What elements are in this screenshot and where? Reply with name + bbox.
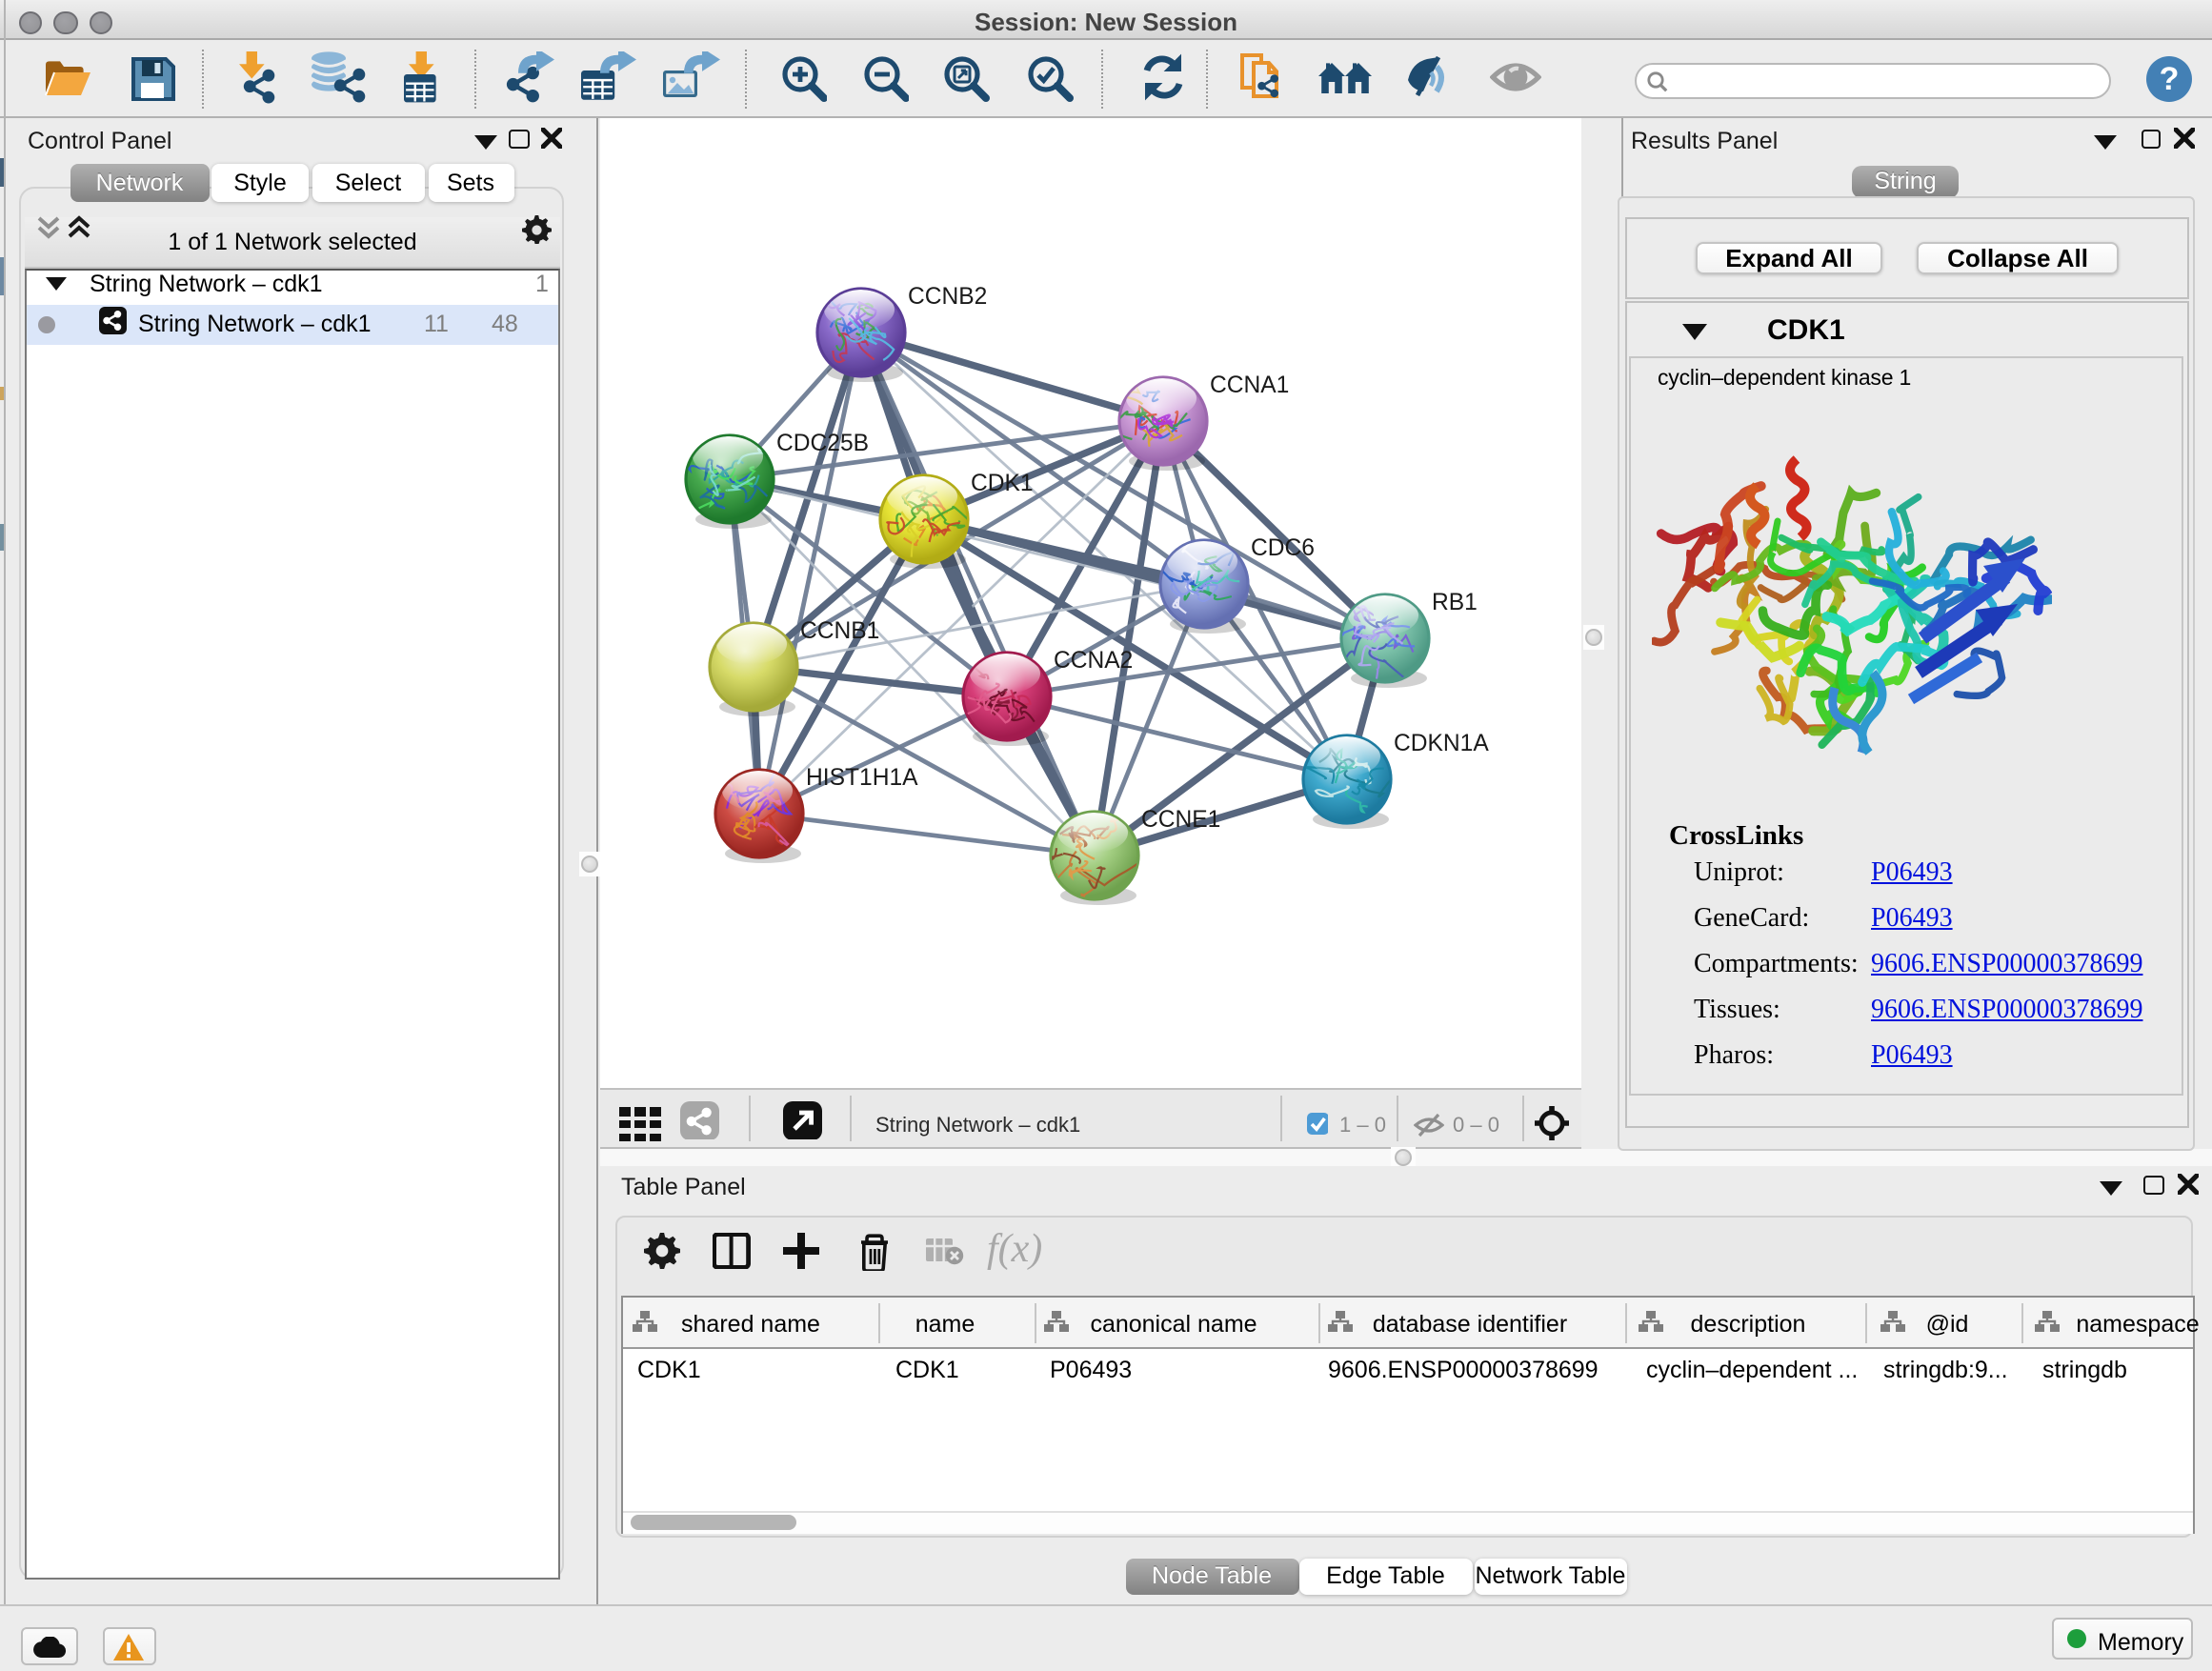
svg-text:CDK1: CDK1 xyxy=(971,471,1034,496)
svg-text:CCNB2: CCNB2 xyxy=(908,284,987,310)
svg-text:CDC6: CDC6 xyxy=(1251,535,1315,561)
svg-text:CDC25B: CDC25B xyxy=(776,431,869,456)
svg-text:CCNE1: CCNE1 xyxy=(1141,807,1220,833)
svg-text:CDKN1A: CDKN1A xyxy=(1394,731,1489,756)
svg-text:?: ? xyxy=(2160,60,2180,96)
svg-text:CCNA1: CCNA1 xyxy=(1210,372,1289,398)
svg-text:CCNA2: CCNA2 xyxy=(1054,648,1133,674)
svg-text:CCNB1: CCNB1 xyxy=(800,618,879,644)
svg-text:RB1: RB1 xyxy=(1432,590,1478,615)
svg-text:HIST1H1A: HIST1H1A xyxy=(806,765,918,791)
